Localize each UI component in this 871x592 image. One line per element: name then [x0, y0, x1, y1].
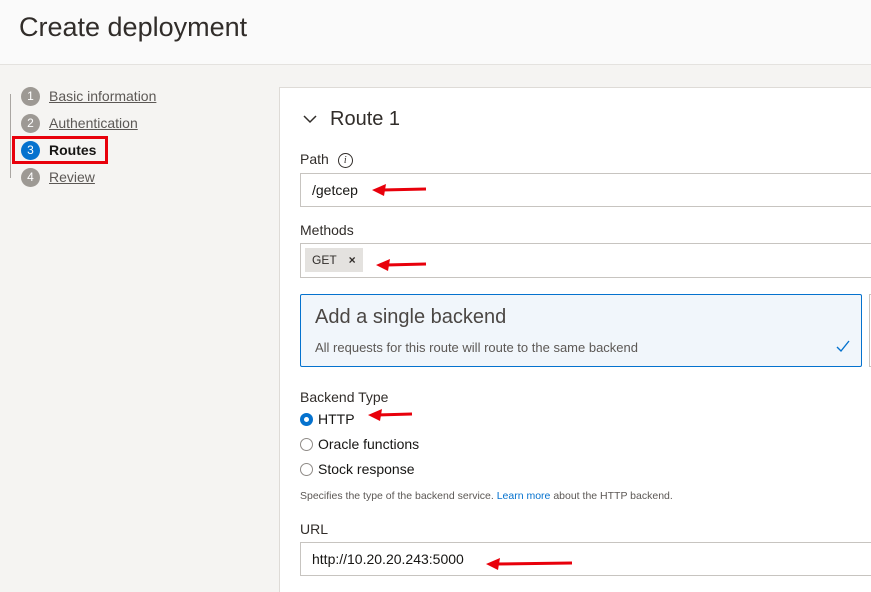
url-label: URL	[300, 521, 329, 537]
route-header[interactable]: Route 1	[302, 107, 400, 131]
method-chip-label: GET	[312, 253, 337, 267]
url-value: http://10.20.20.243:5000	[312, 551, 464, 567]
radio-label: Oracle functions	[318, 436, 420, 452]
chip-remove-icon[interactable]: ×	[349, 253, 356, 267]
radio-button[interactable]	[300, 462, 313, 476]
single-backend-card[interactable]: Add a single backend All requests for th…	[300, 294, 862, 367]
step-review[interactable]: 4 Review	[21, 167, 95, 187]
backend-card-title: Add a single backend	[315, 306, 507, 328]
step-number: 2	[21, 113, 40, 133]
step-number: 1	[21, 86, 40, 106]
steps-connector	[10, 94, 11, 178]
radio-label: HTTP	[318, 411, 355, 427]
backend-card-description: All requests for this route will route t…	[315, 340, 638, 355]
backend-type-label: Backend Type	[300, 389, 389, 405]
method-chip-get: GET ×	[305, 248, 363, 272]
path-label: Path i	[300, 151, 353, 168]
page-header: Create deployment	[0, 0, 871, 65]
annotation-highlight-box	[12, 136, 108, 164]
step-authentication[interactable]: 2 Authentication	[21, 113, 138, 133]
radio-button[interactable]	[300, 437, 313, 451]
annotation-arrow-icon	[486, 558, 573, 570]
path-label-text: Path	[300, 151, 329, 167]
radio-oracle-functions[interactable]: Oracle functions	[300, 435, 419, 453]
annotation-arrow-icon	[376, 259, 427, 271]
step-label[interactable]: Basic information	[49, 88, 156, 104]
radio-label: Stock response	[318, 461, 415, 477]
step-number: 4	[21, 167, 40, 187]
chevron-down-icon[interactable]	[302, 111, 318, 127]
info-icon[interactable]: i	[337, 152, 353, 168]
step-label[interactable]: Authentication	[49, 115, 138, 131]
path-value: /getcep	[312, 182, 358, 198]
helper-suffix: about the HTTP backend.	[553, 490, 673, 502]
radio-button-checked[interactable]	[300, 412, 313, 426]
step-basic-information[interactable]: 1 Basic information	[21, 86, 156, 106]
step-label[interactable]: Review	[49, 169, 95, 185]
learn-more-link[interactable]: Learn more	[497, 490, 551, 502]
radio-stock-response[interactable]: Stock response	[300, 460, 415, 478]
annotation-arrow-icon	[368, 409, 413, 421]
annotation-arrow-icon	[372, 184, 427, 196]
url-input[interactable]: http://10.20.20.243:5000	[300, 542, 871, 576]
route-title: Route 1	[330, 107, 401, 130]
helper-prefix: Specifies the type of the backend servic…	[300, 490, 494, 502]
radio-http[interactable]: HTTP	[300, 410, 355, 428]
checkmark-icon	[836, 340, 850, 353]
methods-label: Methods	[300, 222, 354, 238]
page-title: Create deployment	[19, 12, 248, 42]
backend-type-helper: Specifies the type of the backend servic…	[300, 490, 673, 502]
